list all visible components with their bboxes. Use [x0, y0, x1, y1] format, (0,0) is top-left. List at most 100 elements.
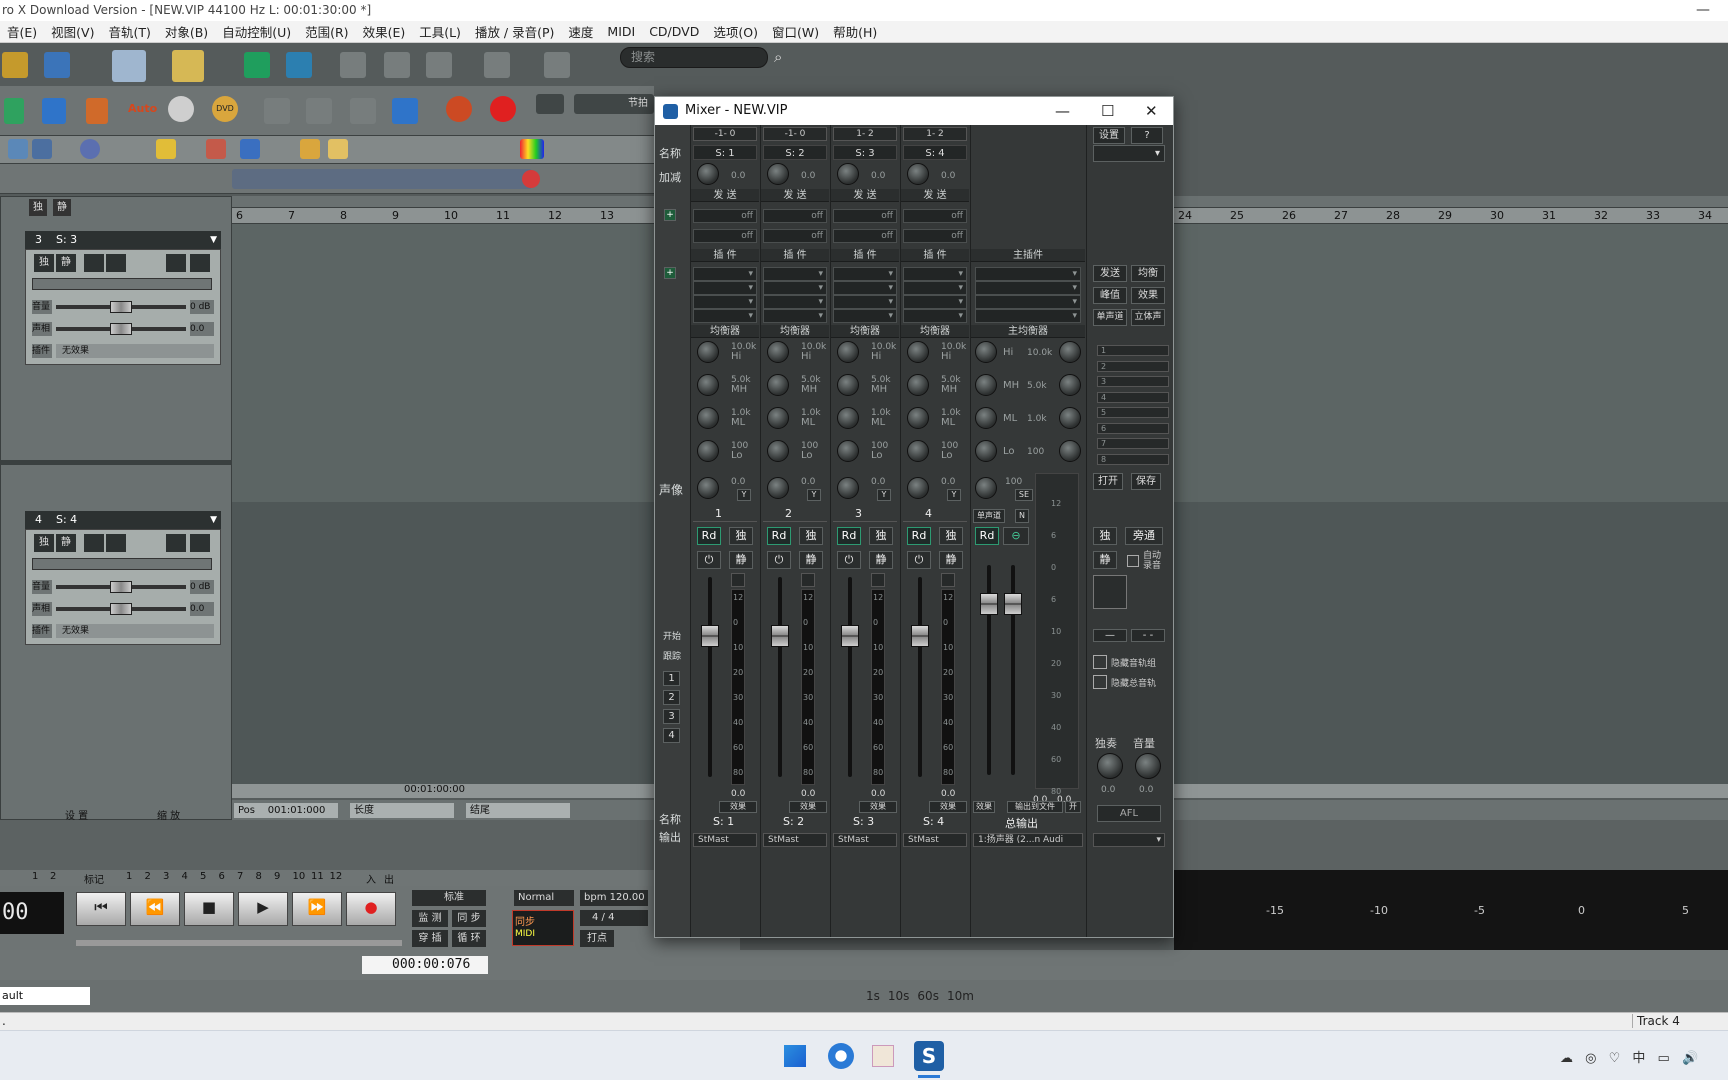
master-plugin-slot[interactable]: ▾ [975, 309, 1081, 323]
read-automation-button[interactable]: Rd [837, 527, 861, 545]
afl-button[interactable]: AFL [1097, 805, 1161, 822]
eq-view-button[interactable]: 均衡 [1131, 265, 1165, 282]
in-out-button[interactable]: 入 [366, 871, 376, 886]
add-send-button[interactable]: + [664, 209, 676, 221]
peak-view-button[interactable]: 峰值 [1093, 287, 1127, 304]
snap-icon[interactable] [340, 52, 366, 78]
right-output-select[interactable]: ▾ [1093, 833, 1165, 847]
pan-mode-button[interactable]: Y [737, 489, 751, 501]
bpm-field[interactable]: bpm 120.00 [580, 890, 648, 906]
master-fx-button[interactable]: 效果 [973, 801, 995, 813]
master-eq-gain-knob[interactable] [975, 341, 997, 363]
track-monitor-button[interactable] [106, 254, 126, 272]
fx-button[interactable]: 效果 [929, 801, 967, 813]
marker-button[interactable]: 11 [311, 871, 324, 882]
help-button[interactable]: ? [1131, 127, 1163, 144]
snapshot-slot[interactable]: 5 [1097, 407, 1169, 418]
hide-bus-checkbox[interactable] [1093, 675, 1107, 689]
chevron-down-icon[interactable]: ▼ [210, 231, 217, 249]
search-input[interactable]: 搜索 [620, 47, 768, 68]
eq-knob[interactable] [907, 440, 929, 462]
output-select[interactable]: StMast [763, 833, 827, 847]
link-icon[interactable]: ⊖ [1003, 527, 1029, 545]
track-solo-button[interactable]: 独 [34, 534, 54, 552]
snapshot-slot[interactable]: 3 [1097, 376, 1169, 387]
menu-item[interactable]: 自动控制(U) [215, 22, 298, 41]
menu-item[interactable]: 工具(L) [412, 22, 468, 41]
marker-button[interactable]: 3 [163, 871, 169, 882]
menu-item[interactable]: 范围(R) [298, 22, 355, 41]
settings-button[interactable]: 设置 [1093, 127, 1125, 144]
fader-track[interactable] [848, 577, 852, 777]
master-plugin-slot[interactable]: ▾ [975, 281, 1081, 295]
snapshot-slot[interactable]: 2 [1097, 360, 1169, 372]
mute-button[interactable]: 静 [799, 551, 823, 569]
master-output-select[interactable]: 1:扬声器 (2...n Audi [973, 833, 1083, 847]
marker-button[interactable]: 4 [182, 871, 188, 882]
mute-button[interactable]: 静 [939, 551, 963, 569]
tool-icon-1[interactable] [8, 139, 28, 159]
position-slider[interactable] [76, 940, 402, 946]
read-automation-button[interactable]: Rd [767, 527, 791, 545]
sync-midi-block[interactable]: 同步 MIDI [512, 910, 574, 946]
fx-button[interactable]: 效果 [789, 801, 827, 813]
master-eq-freq-knob[interactable] [1059, 341, 1081, 363]
speaker-icon[interactable] [240, 139, 260, 159]
snapshot-slot[interactable]: 1 [1097, 345, 1169, 356]
master-pan-knob[interactable] [975, 477, 997, 499]
dash-button-1[interactable]: — [1093, 629, 1127, 642]
cd-icon[interactable] [168, 96, 194, 122]
marker-button[interactable]: 7 [237, 871, 243, 882]
save-snapshot-button[interactable]: 保存 [1131, 473, 1161, 490]
zoom-step-button[interactable]: 10s [888, 989, 910, 1003]
master-volume-knob[interactable] [1135, 753, 1161, 779]
menu-item[interactable]: 效果(E) [356, 22, 413, 41]
master-solo-button[interactable]: 独 [1093, 527, 1117, 545]
param-slider-thumb[interactable] [110, 603, 132, 615]
send-slot[interactable]: off [903, 209, 967, 223]
marker-button[interactable]: 8 [256, 871, 262, 882]
track-record-button[interactable] [84, 254, 104, 272]
eq-knob[interactable] [767, 374, 789, 396]
spectrum-icon[interactable] [520, 139, 544, 159]
open-button[interactable]: 开 [1065, 801, 1081, 813]
fx-button[interactable]: 效果 [859, 801, 897, 813]
object-icon[interactable] [328, 139, 348, 159]
redo-icon[interactable] [544, 52, 570, 78]
length-field[interactable]: 长度 [350, 803, 454, 818]
plugin-slot[interactable]: ▾ [763, 295, 827, 309]
pan-knob[interactable] [837, 477, 859, 499]
timeline-ruler-right[interactable]: 24 25 26 27 28 29 30 31 32 33 34 [1174, 208, 1728, 224]
snapshot-slot[interactable]: 8 [1097, 453, 1169, 465]
loop-number[interactable]: 1 [32, 871, 38, 882]
settings-icon[interactable] [190, 254, 210, 272]
fx-select[interactable]: 无效果 [56, 344, 214, 358]
track-name-field[interactable] [32, 558, 212, 570]
zoom-step-button[interactable]: 1s [866, 989, 880, 1003]
param-slider-thumb[interactable] [110, 301, 132, 313]
track-mute-button[interactable]: 静 [56, 534, 76, 552]
send-slot[interactable]: off [763, 209, 827, 223]
eq-knob[interactable] [767, 407, 789, 429]
fader-track[interactable] [778, 577, 782, 777]
marker-button[interactable]: 6 [219, 871, 225, 882]
track-record-button[interactable] [84, 534, 104, 552]
menu-item[interactable]: 视图(V) [44, 22, 101, 41]
menu-item[interactable]: 速度 [561, 22, 600, 41]
stereo-view-button[interactable]: 立体声 [1131, 309, 1165, 326]
power-icon[interactable]: ⏻ [837, 551, 861, 569]
square-icon[interactable] [392, 98, 418, 124]
master-fader-right[interactable] [1004, 593, 1022, 615]
start-track-button[interactable]: 2 [663, 690, 680, 705]
solo-button[interactable]: 独 [939, 527, 963, 545]
output-select[interactable]: StMast [693, 833, 757, 847]
pan-knob[interactable] [767, 477, 789, 499]
loop-button[interactable]: 循 环 [452, 930, 486, 947]
p-icon[interactable] [42, 98, 66, 124]
mode-select[interactable]: 标准 [412, 890, 486, 906]
draw-mode-icon[interactable] [112, 50, 146, 82]
menu-item[interactable]: 对象(B) [158, 22, 215, 41]
send-slot[interactable]: off [763, 229, 827, 243]
mute-button[interactable]: 静 [729, 551, 753, 569]
speaker-icon[interactable] [731, 573, 745, 587]
